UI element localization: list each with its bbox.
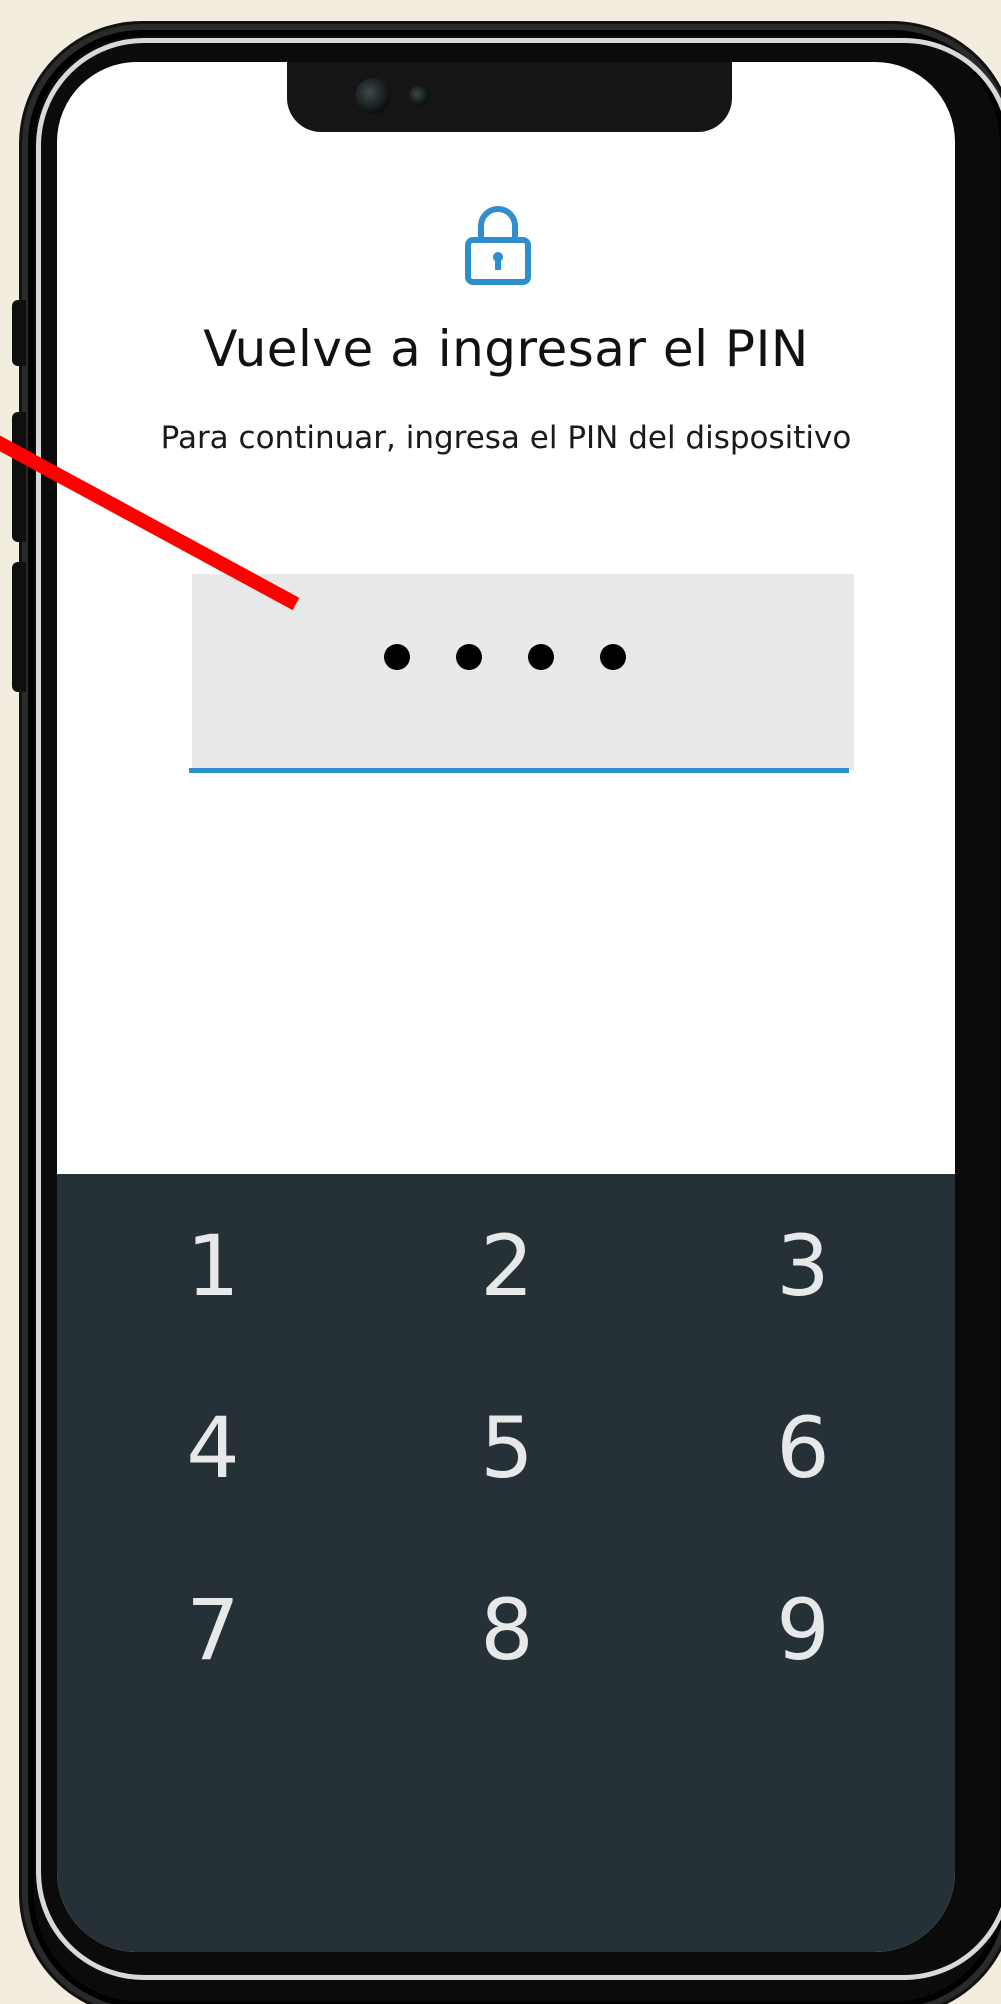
pin-dot [456,644,482,670]
pin-input[interactable] [192,574,854,770]
pin-dot [600,644,626,670]
page-subtitle: Para continuar, ingresa el PIN del dispo… [160,420,852,456]
pin-dot [528,644,554,670]
page: Vuelve a ingresar el PIN Para continuar,… [0,0,1001,2004]
key-1[interactable]: 1 [143,1206,283,1326]
pin-dots [192,644,854,670]
key-3[interactable]: 3 [733,1206,873,1326]
volume-up-button [12,412,26,542]
front-camera-icon [355,78,391,114]
key-4[interactable]: 4 [143,1388,283,1508]
numeric-keypad: 1 2 3 4 5 6 7 8 9 [57,1174,955,1952]
key-2[interactable]: 2 [437,1206,577,1326]
key-6[interactable]: 6 [733,1388,873,1508]
notch [287,62,732,132]
mute-switch [12,300,26,366]
key-5[interactable]: 5 [437,1388,577,1508]
sensor-icon [409,86,429,106]
key-9[interactable]: 9 [733,1570,873,1690]
pin-input-underline [189,768,849,773]
key-7[interactable]: 7 [143,1570,283,1690]
lock-icon [465,206,531,285]
volume-down-button [12,562,26,692]
pin-dot [384,644,410,670]
page-title: Vuelve a ingresar el PIN [203,320,809,378]
phone-screen: Vuelve a ingresar el PIN Para continuar,… [57,62,955,1952]
key-8[interactable]: 8 [437,1570,577,1690]
